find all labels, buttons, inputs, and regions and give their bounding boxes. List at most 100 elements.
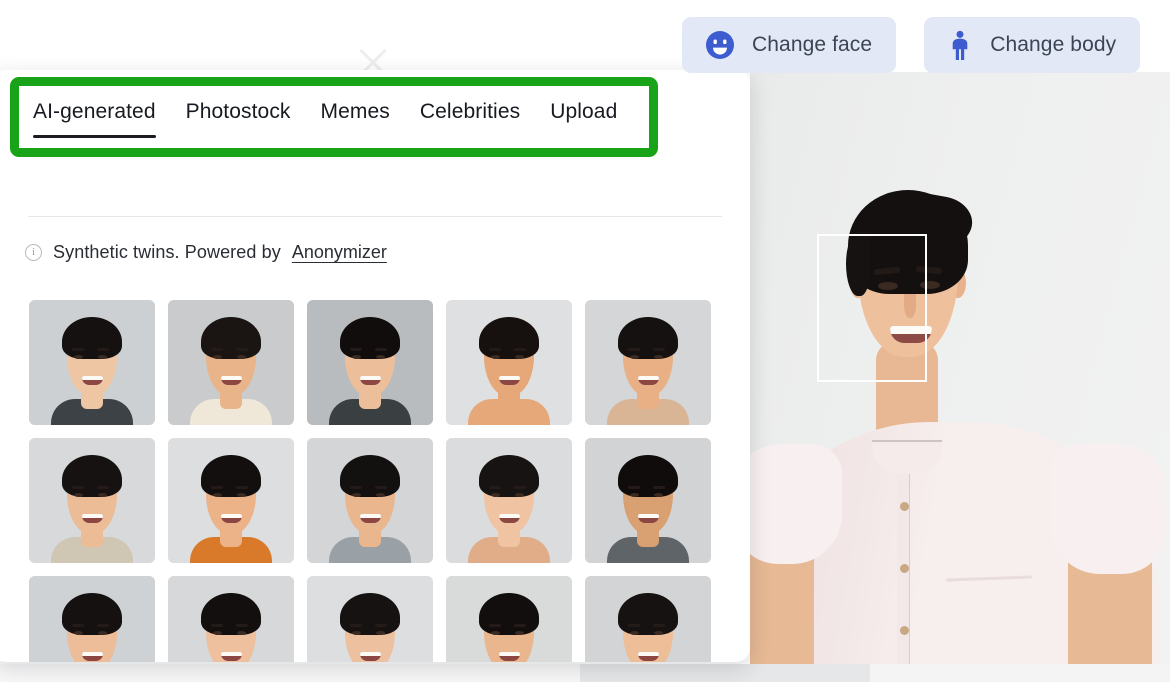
tab-memes[interactable]: Memes bbox=[306, 100, 405, 138]
thumbnail-face-3[interactable] bbox=[307, 300, 433, 425]
source-tabs: AI-generated Photostock Memes Celebritie… bbox=[33, 100, 632, 138]
bottom-strip-left bbox=[0, 664, 580, 682]
thumbnail-face-11[interactable] bbox=[29, 576, 155, 662]
thumb-eye-left bbox=[630, 493, 639, 497]
smiley-face-icon bbox=[705, 30, 735, 60]
thumb-eyebrow-left bbox=[489, 486, 501, 489]
change-body-button[interactable]: Change body bbox=[924, 17, 1141, 73]
thumb-eyebrow-left bbox=[72, 624, 84, 627]
thumb-eye-right bbox=[237, 355, 246, 359]
tab-ai-generated[interactable]: AI-generated bbox=[33, 100, 171, 138]
thumb-eye-left bbox=[74, 493, 83, 497]
thumb-eye-left bbox=[352, 631, 361, 635]
thumb-eyebrow-left bbox=[350, 348, 362, 351]
thumb-mouth bbox=[221, 652, 242, 661]
shirt-button bbox=[900, 564, 909, 573]
thumb-eye-left bbox=[491, 355, 500, 359]
info-row: i Synthetic twins. Powered by Anonymizer bbox=[25, 242, 387, 263]
thumb-hair bbox=[62, 455, 122, 497]
tab-upload[interactable]: Upload bbox=[535, 100, 632, 138]
thumb-eye-right bbox=[654, 631, 663, 635]
thumb-eye-right bbox=[98, 493, 107, 497]
thumbnail-face-2[interactable] bbox=[168, 300, 294, 425]
face-source-panel: AI-generated Photostock Memes Celebritie… bbox=[0, 70, 750, 662]
thumbnail-face-6[interactable] bbox=[29, 438, 155, 563]
thumb-eyebrow-right bbox=[236, 624, 248, 627]
info-text: Synthetic twins. Powered by bbox=[53, 242, 281, 262]
bottom-strip-mid bbox=[580, 664, 870, 682]
thumb-hair bbox=[340, 593, 400, 635]
thumbnail-face-1[interactable] bbox=[29, 300, 155, 425]
thumb-mouth bbox=[638, 652, 659, 661]
person-body-icon bbox=[947, 30, 973, 60]
thumb-eyebrow-left bbox=[211, 486, 223, 489]
thumb-eyebrow-right bbox=[375, 348, 387, 351]
thumb-eye-left bbox=[74, 355, 83, 359]
thumbnail-face-10[interactable] bbox=[585, 438, 711, 563]
thumb-eye-left bbox=[213, 355, 222, 359]
thumb-hair bbox=[479, 455, 539, 497]
tab-photostock[interactable]: Photostock bbox=[171, 100, 306, 138]
thumb-eye-right bbox=[515, 355, 524, 359]
thumb-hair bbox=[201, 317, 261, 359]
thumb-eye-left bbox=[74, 631, 83, 635]
thumb-eyebrow-left bbox=[489, 624, 501, 627]
thumb-mouth bbox=[360, 376, 381, 385]
thumb-eyebrow-left bbox=[628, 486, 640, 489]
top-action-bar: Change face Change body bbox=[682, 17, 1141, 73]
photo-preview-stage[interactable] bbox=[750, 72, 1170, 682]
thumbnail-face-7[interactable] bbox=[168, 438, 294, 563]
thumbnail-face-8[interactable] bbox=[307, 438, 433, 563]
thumbnail-face-14[interactable] bbox=[446, 576, 572, 662]
thumbnail-face-9[interactable] bbox=[446, 438, 572, 563]
thumbnail-face-5[interactable] bbox=[585, 300, 711, 425]
thumb-hair bbox=[340, 317, 400, 359]
thumb-eyebrow-left bbox=[628, 624, 640, 627]
thumb-eyebrow-right bbox=[514, 348, 526, 351]
thumb-hair bbox=[618, 317, 678, 359]
thumb-eye-left bbox=[352, 493, 361, 497]
thumb-eye-left bbox=[352, 355, 361, 359]
thumb-eye-right bbox=[98, 631, 107, 635]
shirt-button bbox=[900, 502, 909, 511]
thumb-eye-left bbox=[213, 631, 222, 635]
thumb-eye-right bbox=[515, 493, 524, 497]
thumbnail-face-4[interactable] bbox=[446, 300, 572, 425]
thumb-hair bbox=[201, 455, 261, 497]
thumb-eyebrow-left bbox=[72, 348, 84, 351]
thumb-mouth bbox=[82, 652, 103, 661]
face-detection-box[interactable] bbox=[817, 234, 927, 382]
shirt-sleeve-right bbox=[1050, 444, 1166, 574]
thumb-mouth bbox=[221, 514, 242, 523]
thumb-eyebrow-right bbox=[514, 486, 526, 489]
thumbnail-face-12[interactable] bbox=[168, 576, 294, 662]
thumb-mouth bbox=[499, 514, 520, 523]
thumb-eye-right bbox=[515, 631, 524, 635]
change-face-button[interactable]: Change face bbox=[682, 17, 897, 73]
thumb-eyebrow-left bbox=[211, 348, 223, 351]
change-face-label: Change face bbox=[752, 33, 873, 56]
thumb-eye-right bbox=[376, 355, 385, 359]
thumb-mouth bbox=[360, 514, 381, 523]
thumb-eyebrow-right bbox=[97, 348, 109, 351]
thumb-eyebrow-right bbox=[514, 624, 526, 627]
thumb-eyebrow-right bbox=[375, 486, 387, 489]
thumb-eyebrow-right bbox=[97, 486, 109, 489]
anonymizer-link[interactable]: Anonymizer bbox=[292, 242, 387, 263]
thumb-eye-right bbox=[237, 493, 246, 497]
thumb-eye-right bbox=[98, 355, 107, 359]
tab-celebrities[interactable]: Celebrities bbox=[405, 100, 535, 138]
thumbnail-face-15[interactable] bbox=[585, 576, 711, 662]
thumbnail-face-13[interactable] bbox=[307, 576, 433, 662]
thumb-hair bbox=[479, 593, 539, 635]
thumbnail-grid bbox=[29, 300, 719, 662]
thumb-mouth bbox=[221, 376, 242, 385]
subject-photo bbox=[750, 72, 1170, 682]
thumb-hair bbox=[340, 455, 400, 497]
thumb-hair bbox=[62, 593, 122, 635]
tabs-divider bbox=[28, 216, 722, 217]
thumb-eyebrow-left bbox=[628, 348, 640, 351]
thumb-eyebrow-left bbox=[350, 624, 362, 627]
thumb-mouth bbox=[82, 514, 103, 523]
thumb-eyebrow-right bbox=[653, 348, 665, 351]
